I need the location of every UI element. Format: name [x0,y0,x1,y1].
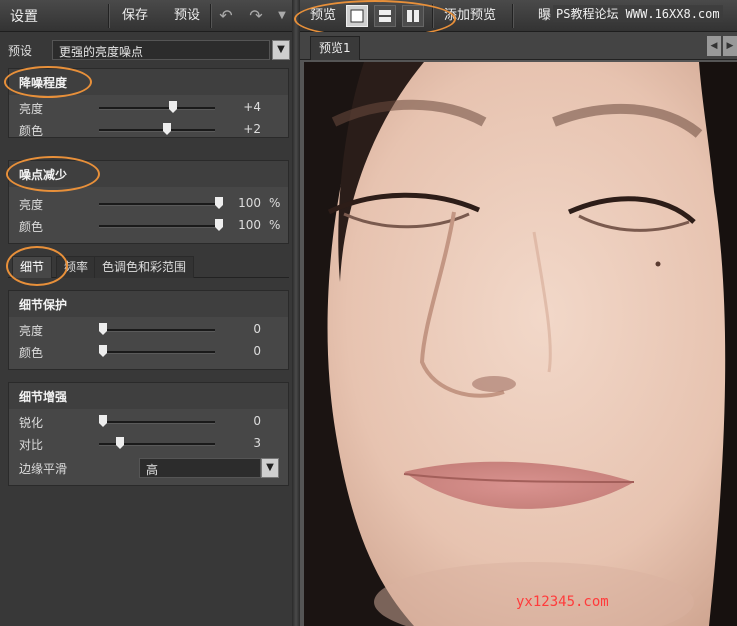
detail-protect-title: 细节保护 [9,291,288,317]
redo-icon[interactable]: ↷ [246,6,266,26]
split-horizontal-button[interactable] [374,5,396,27]
face-photo [304,62,737,626]
edge-smoothing-row: 边缘平滑 高 ▼ [9,455,288,481]
tab-detail[interactable]: 细节 [12,256,53,278]
watermark-top: PS教程论坛 WWW.16XX8.com [553,5,723,22]
slider-row: 对比 3 [9,433,288,455]
split-horizontal-icon [379,10,391,22]
slider-label: 颜色 [19,220,44,234]
slider-label: 颜色 [19,124,44,138]
detail-enhance-group: 细节增强 锐化 0 对比 3 边缘平滑 高 ▼ [8,382,289,486]
preset-row: 预设 更强的亮度噪点 ▼ [0,38,292,62]
slider-value: 3 [253,436,261,450]
detail-enhance-title: 细节增强 [9,383,288,409]
slider-track[interactable] [99,219,223,231]
toolbar-divider [210,4,211,28]
preset-select[interactable]: 更强的亮度噪点 [52,40,270,60]
noise-reduction-title: 噪点减少 [9,161,288,187]
slider-track[interactable] [99,123,215,135]
preview-image[interactable] [304,62,737,626]
slider-label: 锐化 [19,416,44,430]
preset-label: 预设 [8,44,33,58]
noise-reduction-group: 噪点减少 亮度 100 % 颜色 100 % [8,160,289,244]
noise-level-group: 降噪程度 亮度 +4 颜色 +2 [8,68,289,138]
slider-row: 颜色 0 [9,341,288,363]
preview-tabbar: 预览1 ◀ ▶ [300,32,737,60]
slider-track[interactable] [99,345,215,357]
slider-track[interactable] [99,101,215,113]
preview-tab[interactable]: 预览1 [310,36,360,60]
edge-smoothing-label: 边缘平滑 [19,462,68,476]
toolbar-menu-arrow-icon[interactable]: ▼ [272,6,292,26]
next-tab-icon[interactable]: ▶ [723,36,737,56]
slider-value: 0 [253,344,261,358]
slider-value: 0 [253,322,261,336]
slider-label: 亮度 [19,324,44,338]
slider-label: 颜色 [19,346,44,360]
detail-tabs: 细节 频率 色调色和彩范围 [8,254,289,278]
slider-track[interactable] [99,197,223,209]
slider-label: 亮度 [19,198,44,212]
settings-panel: 预设 更强的亮度噪点 ▼ 降噪程度 亮度 +4 颜色 +2 噪点减少 亮度 10… [0,32,292,626]
add-preview-button[interactable]: 添加预览 [436,5,504,27]
slider-row: 亮度 100 % [9,193,288,215]
toolbar-divider [432,4,433,28]
slider-track[interactable] [99,437,215,449]
watermark-bottom: yx12345.com [516,594,609,610]
toolbar-divider [512,4,513,28]
preview-panel: 预览1 ◀ ▶ [300,32,737,626]
single-view-icon [350,9,364,23]
toolbar-divider [108,4,109,28]
settings-title: 设置 [10,9,38,25]
slider-row: 亮度 0 [9,319,288,341]
slider-row: 颜色 +2 [9,119,288,141]
preview-label: 预览 [310,8,337,23]
slider-row: 锐化 0 [9,411,288,433]
panel-splitter[interactable] [292,0,300,626]
slider-label: 对比 [19,438,44,452]
slider-value: 0 [253,414,261,428]
slider-value: 100 [238,196,261,210]
slider-value: +2 [243,122,261,136]
prev-tab-icon[interactable]: ◀ [707,36,721,56]
slider-row: 颜色 100 % [9,215,288,237]
slider-row: 亮度 +4 [9,97,288,119]
detail-protect-group: 细节保护 亮度 0 颜色 0 [8,290,289,370]
edge-smoothing-select[interactable]: 高 [139,458,261,478]
preset-dropdown-arrow-icon[interactable]: ▼ [272,40,290,60]
slider-label: 亮度 [19,102,44,116]
split-vertical-button[interactable] [402,5,424,27]
tab-tone-color-range[interactable]: 色调色和彩范围 [94,256,195,278]
slider-value: +4 [243,100,261,114]
slider-track[interactable] [99,415,215,427]
split-vertical-icon [407,10,419,22]
save-button[interactable]: 保存 [114,5,156,27]
slider-unit: % [269,196,281,210]
noise-level-title: 降噪程度 [9,69,288,95]
slider-unit: % [269,218,281,232]
slider-track[interactable] [99,323,215,335]
slider-value: 100 [238,218,261,232]
preset-button[interactable]: 预设 [166,5,208,27]
edge-dropdown-arrow-icon[interactable]: ▼ [261,458,279,478]
tab-frequency[interactable]: 频率 [56,256,97,278]
single-view-button[interactable] [346,5,368,27]
undo-icon[interactable]: ↶ [216,6,236,26]
